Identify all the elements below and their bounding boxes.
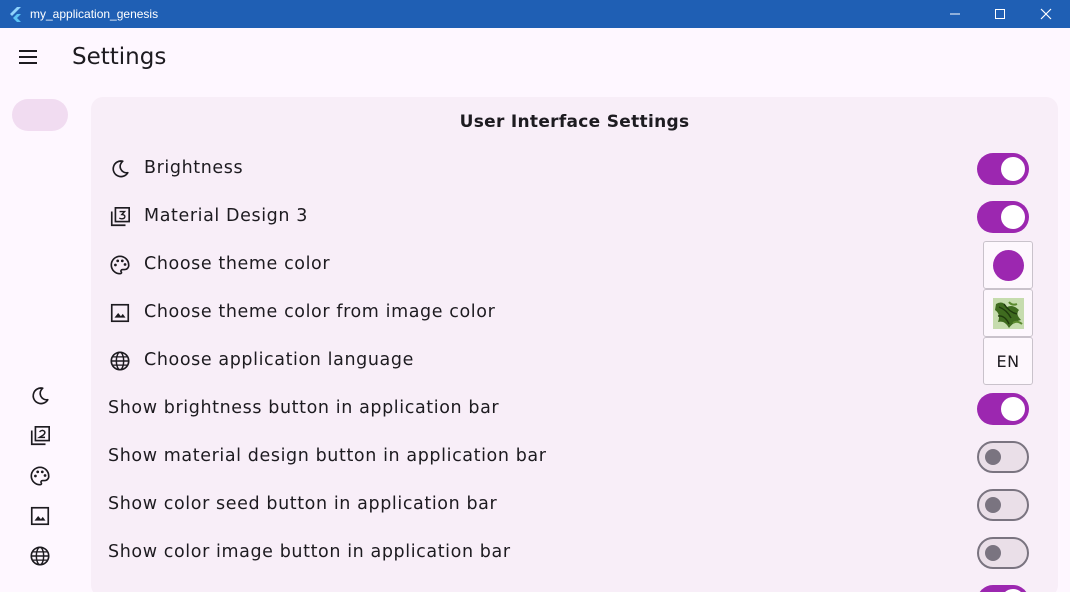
globe-icon — [30, 546, 50, 566]
window-title-bar: my_application_genesis — [0, 0, 1070, 28]
switch-knob — [985, 545, 1001, 561]
show-material-button-switch[interactable] — [977, 441, 1029, 473]
nav-rail-language[interactable] — [28, 544, 52, 568]
menu-button[interactable] — [8, 37, 48, 77]
filter-3-icon — [108, 205, 132, 229]
setting-label: Choose theme color from image color — [144, 302, 496, 322]
moon-icon — [32, 387, 49, 405]
setting-row-show-color-image-button: Show color image button in application b… — [91, 529, 1058, 577]
minimize-icon — [950, 13, 960, 15]
flutter-logo-icon — [8, 6, 24, 22]
show-brightness-button-switch[interactable] — [977, 393, 1029, 425]
theme-color-button[interactable] — [983, 241, 1033, 289]
partial-switch[interactable] — [977, 585, 1029, 592]
setting-row-show-color-seed-button: Show color seed button in application ba… — [91, 481, 1058, 529]
setting-row-partial — [91, 577, 1058, 592]
setting-row-image-color: Choose theme color from image color — [91, 289, 1058, 337]
image-color-button[interactable] — [983, 289, 1033, 337]
filter-2-icon — [30, 426, 50, 446]
brightness-switch[interactable] — [977, 153, 1029, 185]
setting-label: Material Design 3 — [144, 206, 308, 226]
palette-icon — [30, 466, 50, 486]
page-title: Settings — [72, 44, 167, 70]
moon-icon — [108, 157, 132, 181]
setting-label: Show color seed button in application ba… — [108, 494, 498, 514]
show-color-image-button-switch[interactable] — [977, 537, 1029, 569]
material-design-switch[interactable] — [977, 201, 1029, 233]
window-title: my_application_genesis — [30, 7, 159, 21]
switch-knob — [1001, 157, 1025, 181]
maximize-button[interactable] — [977, 0, 1023, 28]
setting-label: Choose theme color — [144, 254, 331, 274]
switch-knob — [985, 449, 1001, 465]
setting-row-language: Choose application language EN — [91, 337, 1058, 385]
card-title: User Interface Settings — [459, 112, 690, 132]
close-icon — [1040, 8, 1052, 20]
globe-icon — [108, 349, 132, 373]
image-icon — [108, 301, 132, 325]
nav-rail-material[interactable] — [28, 424, 52, 448]
maximize-icon — [995, 9, 1005, 19]
palette-icon — [108, 253, 132, 277]
nav-rail-palette[interactable] — [28, 464, 52, 488]
nav-rail-indicator[interactable] — [12, 99, 68, 131]
setting-row-show-brightness-button: Show brightness button in application ba… — [91, 385, 1058, 433]
menu-icon — [19, 50, 37, 64]
language-button[interactable]: EN — [983, 337, 1033, 385]
setting-row-show-material-button: Show material design button in applicati… — [91, 433, 1058, 481]
minimize-button[interactable] — [932, 0, 978, 28]
show-color-seed-button-switch[interactable] — [977, 489, 1029, 521]
setting-row-material-design: Material Design 3 — [91, 193, 1058, 241]
app-bar: Settings — [0, 28, 1070, 90]
switch-knob — [985, 497, 1001, 513]
theme-color-swatch — [992, 249, 1024, 281]
switch-knob — [1001, 205, 1025, 229]
setting-label: Show color image button in application b… — [108, 542, 511, 562]
close-button[interactable] — [1023, 0, 1069, 28]
language-value: EN — [996, 351, 1020, 371]
setting-label: Brightness — [144, 158, 244, 178]
ui-settings-card: User Interface Settings Brightness Mater… — [91, 97, 1058, 592]
setting-label: Show brightness button in application ba… — [108, 398, 500, 418]
setting-label: Choose application language — [144, 350, 414, 370]
leaf-image-thumbnail — [992, 297, 1024, 329]
setting-row-theme-color: Choose theme color — [91, 241, 1058, 289]
image-icon — [30, 506, 50, 526]
nav-rail-image[interactable] — [28, 504, 52, 528]
setting-label: Show material design button in applicati… — [108, 446, 547, 466]
nav-rail-brightness[interactable] — [28, 384, 52, 408]
setting-row-brightness: Brightness — [91, 145, 1058, 193]
switch-knob — [1001, 397, 1025, 421]
